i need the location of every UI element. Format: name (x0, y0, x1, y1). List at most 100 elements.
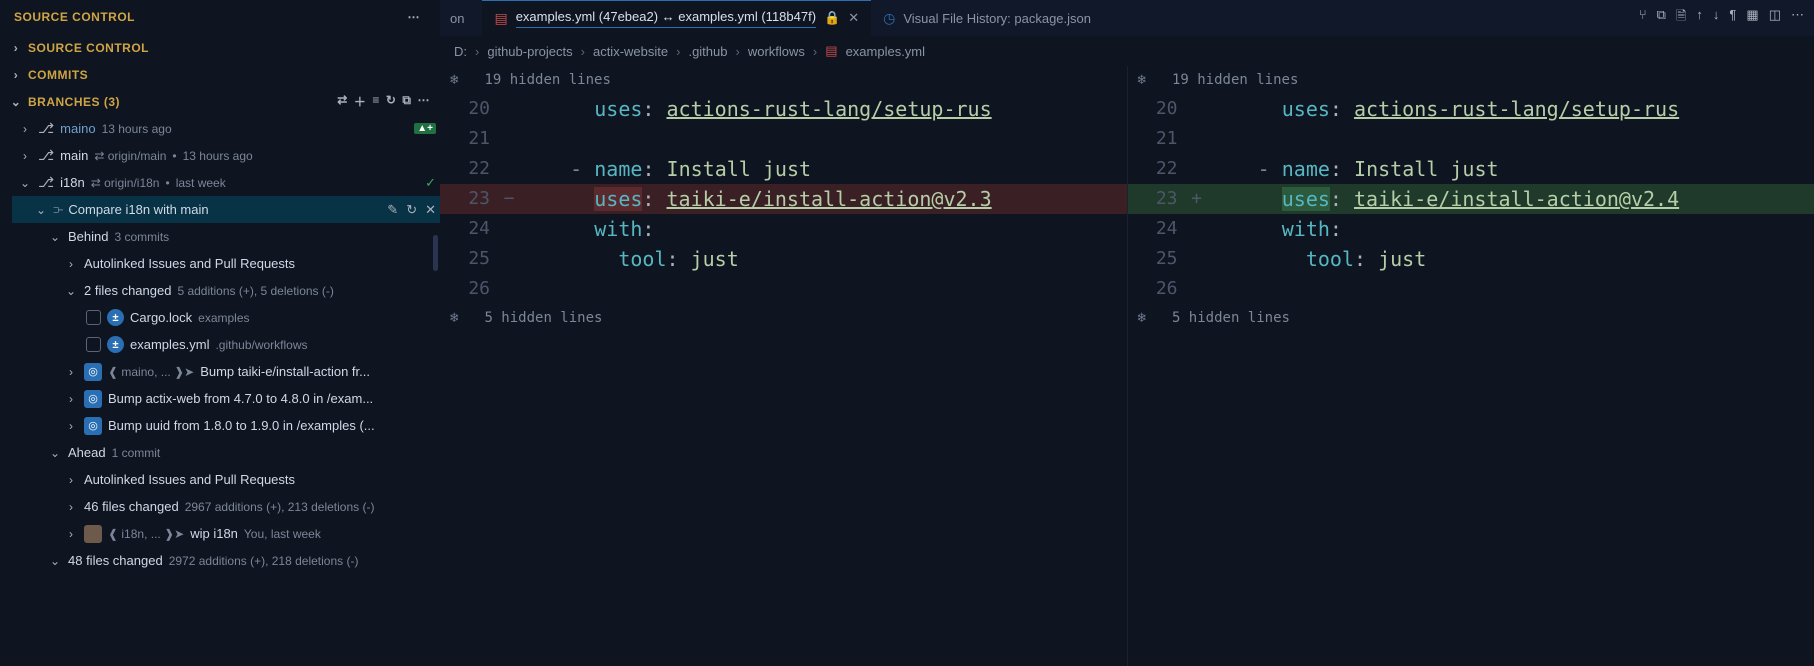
swap-icon[interactable]: ⇄ (337, 93, 348, 110)
diff-sign: − (500, 184, 518, 214)
branch-item-main[interactable]: › ⎇ main ⇄ origin/main • 13 hours ago (12, 142, 440, 169)
yaml-file-icon: ▤ (494, 10, 507, 27)
code-block-left: 20 uses: actions-rust-lang/setup-rus2122… (440, 94, 1127, 304)
arrow-up-icon[interactable]: ↑ (1696, 7, 1703, 29)
add-icon[interactable]: ＋ (354, 93, 367, 110)
line-number: 20 (440, 94, 500, 124)
code-content (1206, 274, 1814, 304)
code-line[interactable]: 21 (440, 124, 1127, 154)
copy-icon[interactable]: ⧉ (1657, 7, 1666, 29)
line-number: 22 (1128, 154, 1188, 184)
map-icon[interactable]: ▦ (1746, 7, 1758, 29)
diff-sign (500, 94, 518, 124)
files-changed-row[interactable]: › 46 files changed 2967 additions (+), 2… (12, 493, 440, 520)
branch-tracking: ⇄ origin/main (94, 149, 166, 163)
autolinked-row[interactable]: › Autolinked Issues and Pull Requests (12, 466, 440, 493)
branch-item-i18n[interactable]: ⌄ ⎇ i18n ⇄ origin/i18n • last week ✓ (12, 169, 440, 196)
behind-group[interactable]: ⌄ Behind 3 commits (12, 223, 440, 250)
code-line[interactable]: 24 with: (440, 214, 1127, 244)
close-icon[interactable]: ✕ (425, 202, 436, 218)
section-label: COMMITS (28, 68, 88, 82)
fold-line[interactable]: ❄ 19 hidden lines (1128, 66, 1814, 94)
refresh-icon[interactable]: ↻ (386, 93, 397, 110)
code-line[interactable]: 26 (1128, 274, 1814, 304)
diff-pane-right[interactable]: ❄ 19 hidden lines 20 uses: actions-rust-… (1128, 66, 1814, 666)
commit-row[interactable]: › ❰ i18n, ... ❱➤ wip i18n You, last week (12, 520, 440, 547)
fold-label: 5 hidden lines (484, 303, 602, 333)
tab-bar: on ▤ examples.yml (47ebea2) ↔ examples.y… (440, 0, 1814, 36)
autolinked-row[interactable]: › Autolinked Issues and Pull Requests (12, 250, 440, 277)
close-icon[interactable]: ✕ (848, 10, 859, 26)
commit-title: Bump actix-web from 4.7.0 to 4.8.0 in /e… (108, 391, 373, 406)
chevron-right-icon: › (64, 419, 78, 433)
crumb[interactable]: examples.yml (846, 44, 925, 59)
file-row[interactable]: ± examples.yml .github/workflows (12, 331, 440, 358)
crumb[interactable]: github-projects (487, 44, 572, 59)
code-line[interactable]: 26 (440, 274, 1127, 304)
section-branches[interactable]: ⌄ BRANCHES (3) ⇄ ＋ ≡ ↻ ⧉ ⋯ (0, 88, 440, 115)
ahead-group[interactable]: ⌄ Ahead 1 commit (12, 439, 440, 466)
code-line[interactable]: 20 uses: actions-rust-lang/setup-rus (440, 94, 1127, 124)
checkbox[interactable] (86, 310, 101, 325)
scrollbar-thumb[interactable] (433, 235, 438, 271)
tab-label: Visual File History: package.json (903, 11, 1091, 26)
files-changed-row[interactable]: ⌄ 48 files changed 2972 additions (+), 2… (12, 547, 440, 574)
branch-item-maino[interactable]: › ⎇ maino 13 hours ago ▲+ (12, 115, 440, 142)
commit-title: wip i18n (190, 526, 238, 541)
crumb[interactable]: actix-website (593, 44, 668, 59)
code-line[interactable]: 22 - name: Install just (440, 154, 1127, 184)
split-icon[interactable]: ◫ (1769, 7, 1781, 29)
files-changed-row[interactable]: ⌄ 2 files changed 5 additions (+), 5 del… (12, 277, 440, 304)
code-line[interactable]: 21 (1128, 124, 1814, 154)
code-line[interactable]: 23+ uses: taiki-e/install-action@v2.4 (1128, 184, 1814, 214)
code-content (518, 274, 1127, 304)
compare-view-icon[interactable]: ⑂ (1639, 7, 1647, 29)
fold-line[interactable]: ❄ 19 hidden lines (440, 66, 1127, 94)
crumb[interactable]: workflows (748, 44, 805, 59)
fold-line[interactable]: ❄ 5 hidden lines (1128, 304, 1814, 332)
code-line[interactable]: 22 - name: Install just (1128, 154, 1814, 184)
commit-row[interactable]: › ◎ Bump uuid from 1.8.0 to 1.9.0 in /ex… (12, 412, 440, 439)
code-content: uses: actions-rust-lang/setup-rus (518, 94, 1127, 124)
fold-line[interactable]: ❄ 5 hidden lines (440, 304, 1127, 332)
file-row[interactable]: ± Cargo.lock examples (12, 304, 440, 331)
section-source-control[interactable]: › SOURCE CONTROL (0, 34, 440, 61)
crumb[interactable]: .github (688, 44, 727, 59)
commit-authors: ❰ maino, ... ❱➤ (108, 365, 194, 379)
code-line[interactable]: 23− uses: taiki-e/install-action@v2.3 (440, 184, 1127, 214)
list-icon[interactable]: ≡ (372, 93, 380, 110)
code-line[interactable]: 25 tool: just (440, 244, 1127, 274)
bot-avatar-icon: ◎ (84, 390, 102, 408)
tab-file-history[interactable]: ◷ Visual File History: package.json (871, 0, 1103, 36)
edit-icon[interactable]: ✎ (387, 202, 398, 218)
breadcrumbs[interactable]: D:› github-projects› actix-website› .git… (440, 36, 1814, 66)
editor-area: on ▤ examples.yml (47ebea2) ↔ examples.y… (440, 0, 1814, 666)
more-actions-icon[interactable]: ⋯ (402, 8, 427, 26)
diff-pane-left[interactable]: ❄ 19 hidden lines 20 uses: actions-rust-… (440, 66, 1128, 666)
section-commits[interactable]: › COMMITS (0, 61, 440, 88)
commit-title: Bump taiki-e/install-action fr... (200, 364, 370, 379)
code-line[interactable]: 24 with: (1128, 214, 1814, 244)
branch-name: main (60, 148, 88, 163)
files-changed-stats: 5 additions (+), 5 deletions (-) (177, 284, 333, 298)
refresh-icon[interactable]: ↻ (406, 202, 417, 218)
file-icon[interactable]: 🗎 (1676, 7, 1686, 29)
commit-row[interactable]: › ◎ Bump actix-web from 4.7.0 to 4.8.0 i… (12, 385, 440, 412)
whitespace-icon[interactable]: ¶ (1729, 7, 1736, 29)
more-icon[interactable]: ⋯ (418, 93, 431, 110)
commit-row[interactable]: › ◎ ❰ maino, ... ❱➤ Bump taiki-e/install… (12, 358, 440, 385)
code-line[interactable]: 20 uses: actions-rust-lang/setup-rus (1128, 94, 1814, 124)
chevron-down-icon: ⌄ (34, 203, 48, 217)
code-line[interactable]: 25 tool: just (1128, 244, 1814, 274)
crumb[interactable]: D: (454, 44, 467, 59)
code-content (1206, 124, 1814, 154)
autolinked-label: Autolinked Issues and Pull Requests (84, 472, 295, 487)
code-content: - name: Install just (1206, 154, 1814, 184)
checkbox[interactable] (86, 337, 101, 352)
arrow-down-icon[interactable]: ↓ (1713, 7, 1720, 29)
tab-diff[interactable]: ▤ examples.yml (47ebea2) ↔ examples.yml … (482, 0, 871, 36)
line-number: 24 (1128, 214, 1188, 244)
stash-icon[interactable]: ⧉ (402, 93, 411, 110)
more-icon[interactable]: ⋯ (1791, 7, 1804, 29)
compare-row[interactable]: ⌄ ⑂ Compare i18n with main ✎ ↻ ✕ (12, 196, 440, 223)
